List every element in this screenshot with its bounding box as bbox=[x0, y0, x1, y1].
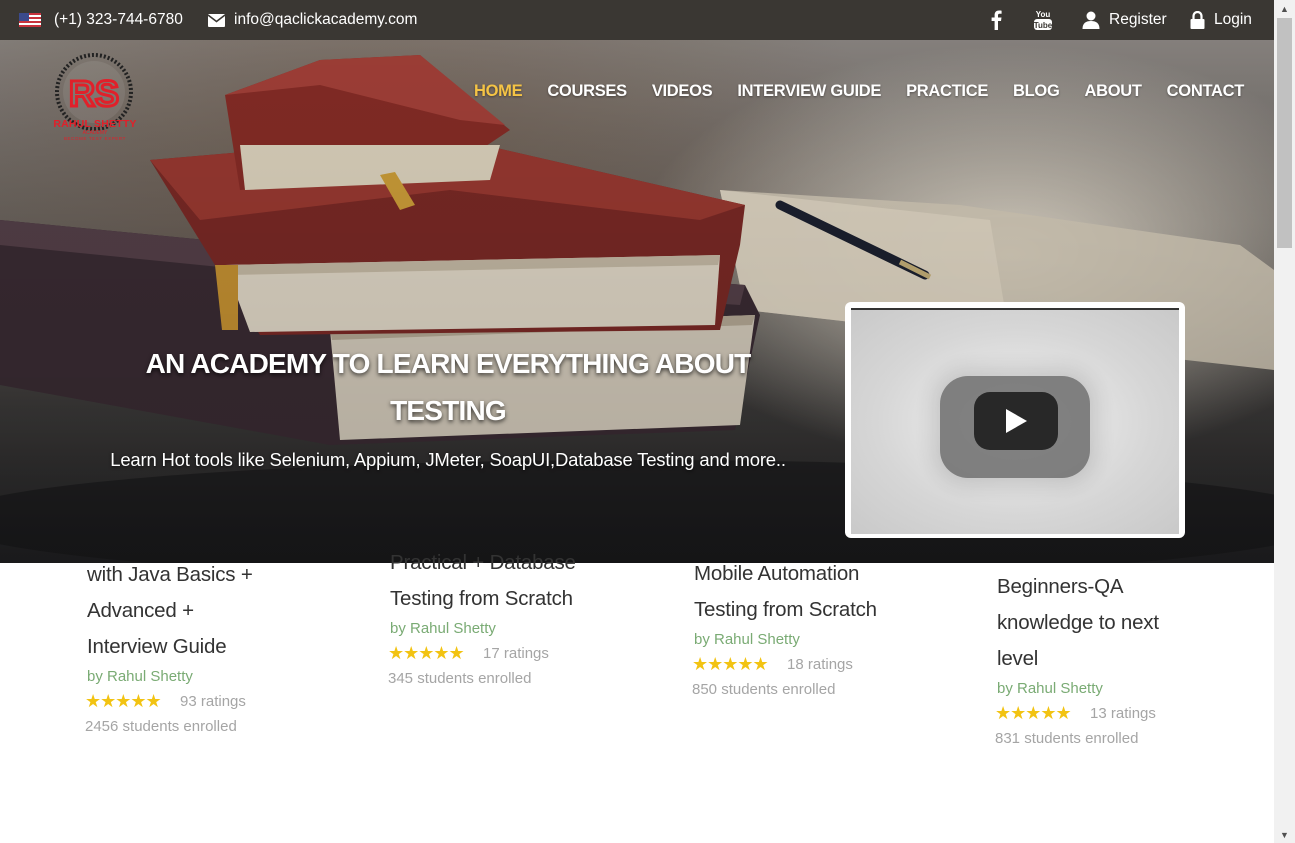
phone-number: (+1) 323-744-6780 bbox=[54, 11, 183, 28]
envelope-icon bbox=[208, 13, 225, 27]
top-bar: (+1) 323-744-6780 info@qaclickacademy.co… bbox=[0, 0, 1274, 40]
course-title-line: level bbox=[997, 647, 1039, 670]
page: (+1) 323-744-6780 info@qaclickacademy.co… bbox=[0, 0, 1274, 843]
star-rating-icons: ★★★★★ bbox=[995, 702, 1072, 723]
user-icon bbox=[1082, 11, 1100, 29]
course-rating: ★★★★★ 18 ratings bbox=[692, 652, 877, 676]
scroll-up-arrow-icon[interactable]: ▲ bbox=[1274, 0, 1295, 17]
nav-interview-guide[interactable]: INTERVIEW GUIDE bbox=[737, 82, 881, 104]
course-author: by Rahul Shetty bbox=[997, 680, 1103, 697]
scrollbar-thumb[interactable] bbox=[1277, 18, 1292, 248]
logo-tagline: BECOME TEST EXPERT bbox=[63, 136, 127, 141]
course-card[interactable]: Beginners-QA knowledge to next level by … bbox=[995, 569, 1159, 752]
ratings-count: 17 ratings bbox=[483, 644, 549, 662]
facebook-link[interactable] bbox=[990, 0, 1002, 40]
enrolled-count: 345 students enrolled bbox=[388, 670, 532, 687]
nav-videos[interactable]: VIDEOS bbox=[652, 82, 713, 104]
svg-text:Tube: Tube bbox=[1034, 21, 1053, 30]
nav-about[interactable]: ABOUT bbox=[1085, 82, 1142, 104]
youtube-icon: You Tube bbox=[1033, 9, 1053, 31]
play-button[interactable] bbox=[974, 392, 1058, 450]
video-thumbnail[interactable] bbox=[851, 308, 1179, 534]
course-card[interactable]: with Java Basics + Advanced + Interview … bbox=[85, 557, 253, 740]
course-author: by Rahul Shetty bbox=[390, 620, 496, 637]
course-title[interactable]: Mobile Automation Testing from Scratch bbox=[694, 556, 877, 628]
course-rating: ★★★★★ 17 ratings bbox=[388, 641, 576, 665]
enrolled-count: 850 students enrolled bbox=[692, 681, 836, 698]
course-title[interactable]: Practical + Database Testing from Scratc… bbox=[390, 545, 576, 617]
email-contact[interactable]: info@qaclickacademy.com bbox=[208, 0, 417, 40]
course-title-line: with Java Basics + bbox=[87, 563, 253, 586]
hero-subline: Learn Hot tools like Selenium, Appium, J… bbox=[110, 449, 786, 470]
main-nav: HOME COURSES VIDEOS INTERVIEW GUIDE PRAC… bbox=[474, 82, 1244, 104]
star-rating-icons: ★★★★★ bbox=[692, 653, 769, 674]
us-flag-icon bbox=[19, 13, 41, 27]
ratings-count: 18 ratings bbox=[787, 655, 853, 673]
login-label: Login bbox=[1214, 11, 1252, 28]
course-title-line: Advanced + bbox=[87, 599, 194, 622]
nav-contact[interactable]: CONTACT bbox=[1167, 82, 1245, 104]
course-title-line: Beginners-QA bbox=[997, 575, 1124, 598]
nav-courses[interactable]: COURSES bbox=[547, 82, 627, 104]
course-rating: ★★★★★ 93 ratings bbox=[85, 689, 253, 713]
enrolled-count: 2456 students enrolled bbox=[85, 718, 237, 735]
logo-text: RAHUL SHETTY ACADEMY BECOME TEST EXPERT bbox=[50, 119, 140, 142]
nav-home[interactable]: HOME bbox=[474, 82, 523, 104]
vertical-scrollbar[interactable]: ▲ ▼ bbox=[1274, 0, 1295, 843]
course-author: by Rahul Shetty bbox=[87, 668, 193, 685]
course-title-line: Practical + Database bbox=[390, 551, 576, 574]
hero-banner: RS RAHUL SHETTY ACADEMY BECOME TEST EXPE… bbox=[0, 40, 1274, 563]
enrolled-count: 831 students enrolled bbox=[995, 730, 1139, 747]
register-label: Register bbox=[1109, 11, 1167, 28]
course-title-line: Mobile Automation bbox=[694, 562, 860, 585]
course-title-line: knowledge to next bbox=[997, 611, 1159, 634]
course-card[interactable]: Mobile Automation Testing from Scratch b… bbox=[692, 556, 877, 703]
nav-blog[interactable]: BLOG bbox=[1013, 82, 1060, 104]
login-link[interactable]: Login bbox=[1190, 0, 1252, 40]
svg-text:RS: RS bbox=[69, 73, 119, 114]
lock-icon bbox=[1190, 11, 1205, 29]
course-author: by Rahul Shetty bbox=[694, 631, 800, 648]
logo-name: RAHUL SHETTY bbox=[53, 118, 137, 130]
register-link[interactable]: Register bbox=[1082, 0, 1167, 40]
course-rating: ★★★★★ 13 ratings bbox=[995, 701, 1159, 725]
youtube-link[interactable]: You Tube bbox=[1033, 0, 1053, 40]
course-title-line: Testing from Scratch bbox=[694, 598, 877, 621]
ratings-count: 93 ratings bbox=[180, 692, 246, 710]
play-icon bbox=[1006, 409, 1027, 433]
hero-headline: AN ACADEMY TO LEARN EVERYTHING ABOUT TES… bbox=[145, 348, 752, 426]
course-card[interactable]: Practical + Database Testing from Scratc… bbox=[388, 545, 576, 692]
course-title[interactable]: Beginners-QA knowledge to next level bbox=[997, 569, 1159, 677]
facebook-icon bbox=[990, 10, 1002, 30]
course-title-line: Interview Guide bbox=[87, 635, 227, 658]
video-player[interactable] bbox=[845, 302, 1185, 538]
nav-practice[interactable]: PRACTICE bbox=[906, 82, 988, 104]
svg-text:You: You bbox=[1036, 10, 1051, 19]
star-rating-icons: ★★★★★ bbox=[388, 642, 465, 663]
scroll-down-arrow-icon[interactable]: ▼ bbox=[1274, 826, 1295, 843]
course-title-line: Testing from Scratch bbox=[390, 587, 573, 610]
email-address: info@qaclickacademy.com bbox=[234, 11, 418, 28]
course-title[interactable]: with Java Basics + Advanced + Interview … bbox=[87, 557, 253, 665]
ratings-count: 13 ratings bbox=[1090, 704, 1156, 722]
star-rating-icons: ★★★★★ bbox=[85, 690, 162, 711]
phone-contact[interactable]: (+1) 323-744-6780 bbox=[19, 0, 183, 40]
